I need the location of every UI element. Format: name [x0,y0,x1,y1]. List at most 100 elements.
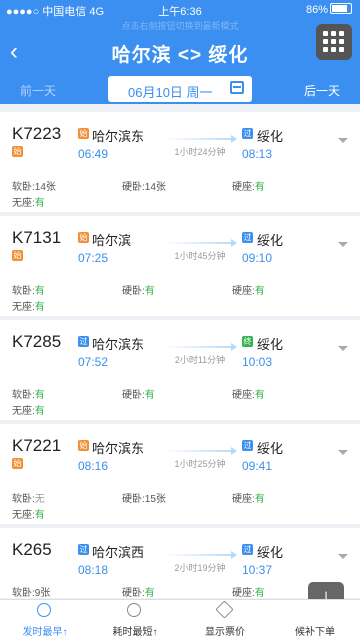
route-arrow-icon [164,447,237,455]
hard-sleeper-seats: 硬卧:有 [122,588,155,599]
grid-icon [323,31,328,36]
clock-icon [37,603,51,617]
chevron-down-icon[interactable] [338,450,348,455]
tab-waitlist-order[interactable]: 候补下单 [270,600,360,640]
hard-sleeper-seats: 硬卧:14张 [122,182,166,193]
to-station-badge: 过 [242,232,253,243]
chevron-down-icon[interactable] [338,242,348,247]
battery-indicator: 86% [306,3,352,16]
tab-label: 显示票价 [205,627,245,638]
route-arrow-icon [164,551,237,559]
train-number: K7223 [12,124,62,143]
hard-seat-seats: 硬座:有 [232,494,265,505]
duration: 2小时11分钟 [174,355,226,365]
from-station-badge: 过 [78,336,89,347]
soft-sleeper-seats: 软卧:9张 [12,588,51,599]
bottom-tab-bar: 发时最早↑ 耗时最短↑ 显示票价 候补下单 [0,599,360,640]
duration: 2小时19分钟 [174,563,226,573]
departure-time: 08:18 [78,563,109,577]
soft-sleeper-seats: 软卧:有 [12,286,45,297]
train-card[interactable]: K265 过 哈尔滨西 08:18 2小时19分钟 过 绥化 10:37 软卧:… [0,528,360,599]
to-station-badge: 过 [242,128,253,139]
train-card[interactable]: K7131 始 始 哈尔滨 07:25 1小时45分钟 过 绥化 09:10 软… [0,216,360,316]
chevron-down-icon[interactable] [338,554,348,559]
train-card[interactable]: K7221 始 始 哈尔滨东 08:16 1小时25分钟 过 绥化 09:41 … [0,424,360,524]
chevron-down-icon[interactable] [338,346,348,351]
grid-menu-button[interactable] [316,24,352,60]
origin-badge: 始 [12,458,23,469]
train-number: K7221 [12,436,62,455]
hard-sleeper-seats: 硬卧:有 [122,390,155,401]
hard-seat-seats: 硬座:有 [232,286,265,297]
duration: 1小时45分钟 [174,251,226,261]
soft-sleeper-seats: 软卧:有 [12,390,45,401]
to-station: 绥化 [257,545,284,560]
no-seat-seats: 无座:有 [12,406,45,417]
next-day-button[interactable]: 后一天 [304,82,340,99]
from-station-badge: 始 [78,232,89,243]
from-station: 哈尔滨东 [92,441,145,456]
tab-label: 耗时最短↑ [112,627,158,638]
tab-sort-duration[interactable]: 耗时最短↑ [90,600,180,640]
from-station-badge: 始 [78,440,89,451]
arrival-time: 10:37 [242,563,273,577]
departure-time: 07:25 [78,251,109,265]
app-header: ●●●●○ 中国电信 4G 上午6:36 86% 点击右侧按钮切换到最新模式 ‹… [0,0,360,104]
from-station: 哈尔滨西 [92,545,145,560]
status-bar: ●●●●○ 中国电信 4G 上午6:36 86% [0,0,360,18]
price-tag-icon [215,600,234,619]
soft-sleeper-seats: 软卧:无 [12,494,45,505]
stopwatch-icon [127,603,141,617]
origin-badge: 始 [12,250,23,261]
to-station-badge: 过 [242,544,253,555]
from-station-badge: 始 [78,128,89,139]
prev-day-button[interactable]: 前一天 [20,82,56,99]
train-card[interactable]: K7285 过 哈尔滨东 07:52 2小时11分钟 终 绥化 10:03 软卧… [0,320,360,420]
departure-time: 07:52 [78,355,109,369]
calendar-icon [230,81,244,94]
tab-label: 候补下单 [295,627,335,638]
train-card[interactable]: K7223 始 始 哈尔滨东 06:49 1小时24分钟 过 绥化 08:13 … [0,112,360,212]
arrival-time: 09:10 [242,251,273,265]
departure-time: 06:49 [78,147,109,161]
train-number: K7131 [12,228,62,247]
departure-time: 08:16 [78,459,109,473]
to-station: 绥化 [257,233,284,248]
route-arrow-icon [164,343,237,351]
no-seat-seats: 无座:有 [12,198,45,209]
hard-seat-seats: 硬座:有 [232,390,265,401]
tab-sort-departure[interactable]: 发时最早↑ [0,600,90,640]
route-arrow-icon [164,135,237,143]
arrival-time: 10:03 [242,355,273,369]
chevron-down-icon[interactable] [338,138,348,143]
battery-icon [330,3,352,14]
hard-sleeper-seats: 硬卧:15张 [122,494,166,505]
header-hint: 点击右侧按钮切换到最新模式 [121,21,239,31]
hard-sleeper-seats: 硬卧:有 [122,286,155,297]
from-station: 哈尔滨东 [92,129,145,144]
to-station: 绥化 [257,337,284,352]
from-station: 哈尔滨东 [92,337,145,352]
date-value: 06月10日 周一 [128,85,213,100]
no-seat-seats: 无座:有 [12,302,45,313]
date-picker[interactable]: 06月10日 周一 [108,76,252,102]
hard-seat-seats: 硬座:有 [232,182,265,193]
to-station: 绥化 [257,129,284,144]
train-number: K265 [12,540,52,559]
no-seat-seats: 无座:有 [12,510,45,521]
from-station: 哈尔滨 [92,233,132,248]
tab-show-price[interactable]: 显示票价 [180,600,270,640]
duration: 1小时24分钟 [174,147,226,157]
tab-label: 发时最早↑ [22,627,68,638]
to-station-badge: 终 [242,336,253,347]
origin-badge: 始 [12,146,23,157]
arrival-time: 09:41 [242,459,273,473]
to-station: 绥化 [257,441,284,456]
arrival-time: 08:13 [242,147,273,161]
route-arrow-icon [164,239,237,247]
from-station-badge: 过 [78,544,89,555]
soft-sleeper-seats: 软卧:14张 [12,182,56,193]
train-number: K7285 [12,332,62,351]
hard-seat-seats: 硬座:有 [232,588,265,599]
to-station-badge: 过 [242,440,253,451]
